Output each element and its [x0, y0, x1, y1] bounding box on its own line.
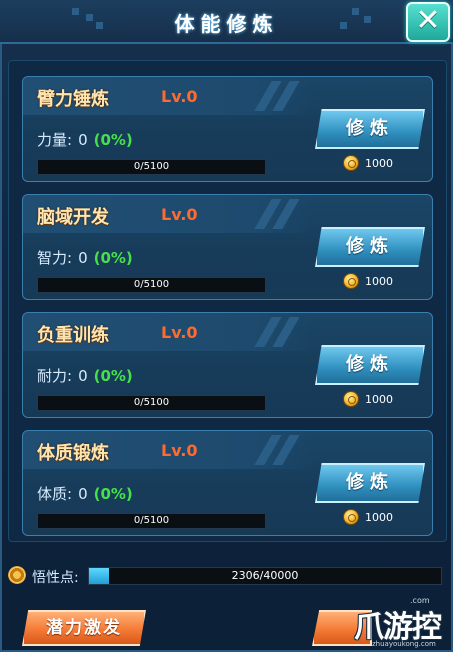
- progress-bar: 0/5100: [37, 277, 266, 293]
- stat-value: 0: [78, 367, 88, 385]
- watermark-dotcom: .com: [410, 596, 430, 605]
- stat-percent: (0%): [93, 131, 133, 149]
- training-card: 臂力锤炼 Lv.0 力量: 0 (0%) 0/5100 修炼 1000: [22, 76, 433, 182]
- progress-text: 0/5100: [133, 515, 170, 526]
- stat-value: 0: [78, 131, 88, 149]
- coin-icon: [343, 273, 359, 289]
- stat-label: 体质:: [37, 485, 73, 503]
- card-title: 脑域开发: [37, 207, 109, 228]
- stat-row: 力量: 0 (0%): [37, 129, 133, 150]
- card-title: 体质锻炼: [37, 443, 109, 464]
- page-title: 体能修炼: [174, 12, 279, 36]
- train-button[interactable]: 修炼: [315, 109, 425, 149]
- train-button-label: 修炼: [346, 472, 394, 493]
- insight-points-row: 悟性点: 2306/40000: [8, 566, 445, 588]
- stat-value: 0: [78, 485, 88, 503]
- insight-progress-bar: 2306/40000: [88, 567, 442, 585]
- cost-value: 1000: [365, 511, 393, 524]
- stat-percent: (0%): [93, 249, 133, 267]
- stat-label: 智力:: [37, 249, 73, 267]
- coin-icon: [343, 155, 359, 171]
- cost-value: 1000: [365, 275, 393, 288]
- potential-burst-label: 潜力激发: [46, 618, 122, 638]
- close-button[interactable]: ✕: [406, 2, 450, 42]
- train-button[interactable]: 修炼: [315, 463, 425, 503]
- cost-value: 1000: [365, 157, 393, 170]
- coin-icon: [343, 391, 359, 407]
- stat-row: 体质: 0 (0%): [37, 483, 133, 504]
- close-icon: ✕: [415, 3, 441, 38]
- title-bar: 体能修炼: [0, 0, 453, 44]
- potential-burst-button[interactable]: 潜力激发: [22, 610, 146, 646]
- progress-bar: 0/5100: [37, 513, 266, 529]
- cost-value: 1000: [365, 393, 393, 406]
- progress-text: 0/5100: [133, 161, 170, 172]
- stat-row: 耐力: 0 (0%): [37, 365, 133, 386]
- progress-text: 0/5100: [133, 279, 170, 290]
- stat-percent: (0%): [93, 485, 133, 503]
- card-level: Lv.0: [161, 441, 198, 460]
- coin-icon: [343, 509, 359, 525]
- training-card: 体质锻炼 Lv.0 体质: 0 (0%) 0/5100 修炼 1000: [22, 430, 433, 536]
- train-button-label: 修炼: [346, 236, 394, 257]
- footer: 潜力激发 爪游控 .com zhuayoukong.com: [0, 596, 453, 652]
- stat-row: 智力: 0 (0%): [37, 247, 133, 268]
- stat-label: 力量:: [37, 131, 73, 149]
- watermark-url: zhuayoukong.com: [372, 640, 436, 648]
- card-title: 负重训练: [37, 325, 109, 346]
- train-button-label: 修炼: [346, 118, 394, 139]
- training-card: 负重训练 Lv.0 耐力: 0 (0%) 0/5100 修炼 1000: [22, 312, 433, 418]
- card-level: Lv.0: [161, 87, 198, 106]
- gear-icon: [8, 566, 26, 584]
- progress-bar: 0/5100: [37, 395, 266, 411]
- insight-label: 悟性点:: [32, 570, 79, 586]
- train-button-label: 修炼: [346, 354, 394, 375]
- train-button[interactable]: 修炼: [315, 227, 425, 267]
- progress-text: 0/5100: [133, 397, 170, 408]
- stat-label: 耐力:: [37, 367, 73, 385]
- watermark-logo: 爪游控 .com zhuayoukong.com: [340, 596, 450, 652]
- insight-progress-text: 2306/40000: [231, 569, 299, 582]
- training-card: 脑域开发 Lv.0 智力: 0 (0%) 0/5100 修炼 1000: [22, 194, 433, 300]
- card-level: Lv.0: [161, 205, 198, 224]
- progress-bar: 0/5100: [37, 159, 266, 175]
- stat-percent: (0%): [93, 367, 133, 385]
- card-title: 臂力锤炼: [37, 89, 109, 110]
- card-level: Lv.0: [161, 323, 198, 342]
- stat-value: 0: [78, 249, 88, 267]
- train-button[interactable]: 修炼: [315, 345, 425, 385]
